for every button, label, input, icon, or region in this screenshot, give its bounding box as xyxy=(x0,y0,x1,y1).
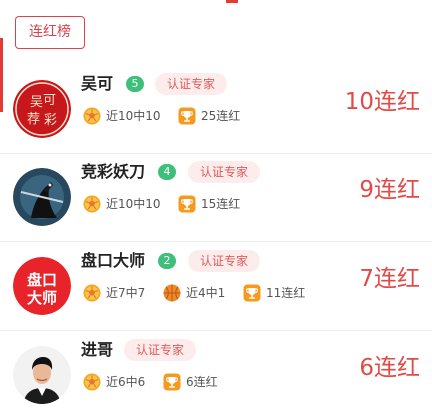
expert-name[interactable]: 竞彩妖刀 xyxy=(81,162,145,182)
certified-badge: 认证专家 xyxy=(188,161,261,183)
avatar-char: 荐 xyxy=(27,112,40,127)
stat-item: 近10中10 xyxy=(83,106,161,126)
stat-label: 近6中6 xyxy=(106,375,146,389)
stat-label: 25连红 xyxy=(201,109,241,123)
level-badge: 5 xyxy=(126,76,144,92)
expert-row[interactable]: 进哥 认证专家 近6中6 6连红 6连红 xyxy=(0,332,432,420)
streak-count: 10连红 xyxy=(344,89,420,115)
streak-ranking-tab[interactable]: 连红榜 xyxy=(15,16,85,49)
avatar-char: 吴 xyxy=(30,95,43,110)
stat-item: 近4中1 xyxy=(163,283,225,303)
stat-label: 11连红 xyxy=(266,286,306,300)
stat-label: 近10中10 xyxy=(106,109,161,123)
avatar-char: 彩 xyxy=(44,113,57,128)
avatar[interactable] xyxy=(13,346,71,404)
stat-label: 近7中7 xyxy=(106,286,146,300)
certified-badge: 认证专家 xyxy=(188,250,261,272)
divider xyxy=(0,330,432,331)
stat-item: 15连红 xyxy=(178,194,240,214)
stat-item: 11连红 xyxy=(243,283,305,303)
trophy-icon xyxy=(163,373,181,391)
streak-count: 9连红 xyxy=(359,177,420,203)
stat-item: 近6中6 xyxy=(83,372,145,392)
trophy-icon xyxy=(178,107,196,125)
streak-count: 7连红 xyxy=(359,266,420,292)
football-icon xyxy=(83,107,101,125)
stat-item: 近10中10 xyxy=(83,194,161,214)
expert-row[interactable]: 竞彩妖刀 4 认证专家 近10中10 15连红 9连红 xyxy=(0,154,432,242)
level-badge: 4 xyxy=(158,164,176,180)
expert-name[interactable]: 盘口大师 xyxy=(81,251,145,271)
avatar-char: 可 xyxy=(43,93,56,108)
avatar[interactable] xyxy=(13,168,71,226)
certified-badge: 认证专家 xyxy=(155,73,228,95)
divider xyxy=(0,241,432,242)
tab-indicator xyxy=(226,0,238,3)
avatar-text: 盘口 xyxy=(27,271,57,289)
avatar-text: 大师 xyxy=(27,289,57,307)
football-icon xyxy=(83,284,101,302)
certified-badge: 认证专家 xyxy=(124,339,197,361)
avatar[interactable]: 盘口 大师 xyxy=(13,257,71,315)
football-icon xyxy=(83,373,101,391)
trophy-icon xyxy=(178,195,196,213)
expert-row[interactable]: 盘口 大师 盘口大师 2 认证专家 近7中7 近4中1 11连红 7连红 xyxy=(0,243,432,331)
stat-label: 6连红 xyxy=(186,375,218,389)
expert-row[interactable]: 吴 可 荐 彩 吴可 5 认证专家 近10中10 25连红 10连红 xyxy=(0,66,432,154)
football-icon xyxy=(83,195,101,213)
level-badge: 2 xyxy=(158,253,176,269)
stat-item: 近7中7 xyxy=(83,283,145,303)
stat-label: 15连红 xyxy=(201,197,241,211)
expert-name[interactable]: 进哥 xyxy=(81,340,113,360)
stat-label: 近4中1 xyxy=(186,286,226,300)
trophy-icon xyxy=(243,284,261,302)
stat-item: 6连红 xyxy=(163,372,218,392)
expert-name[interactable]: 吴可 xyxy=(81,74,113,94)
stat-item: 25连红 xyxy=(178,106,240,126)
avatar[interactable]: 吴 可 荐 彩 xyxy=(13,80,71,138)
basketball-icon xyxy=(163,284,181,302)
stat-label: 近10中10 xyxy=(106,197,161,211)
streak-count: 6连红 xyxy=(359,355,420,381)
